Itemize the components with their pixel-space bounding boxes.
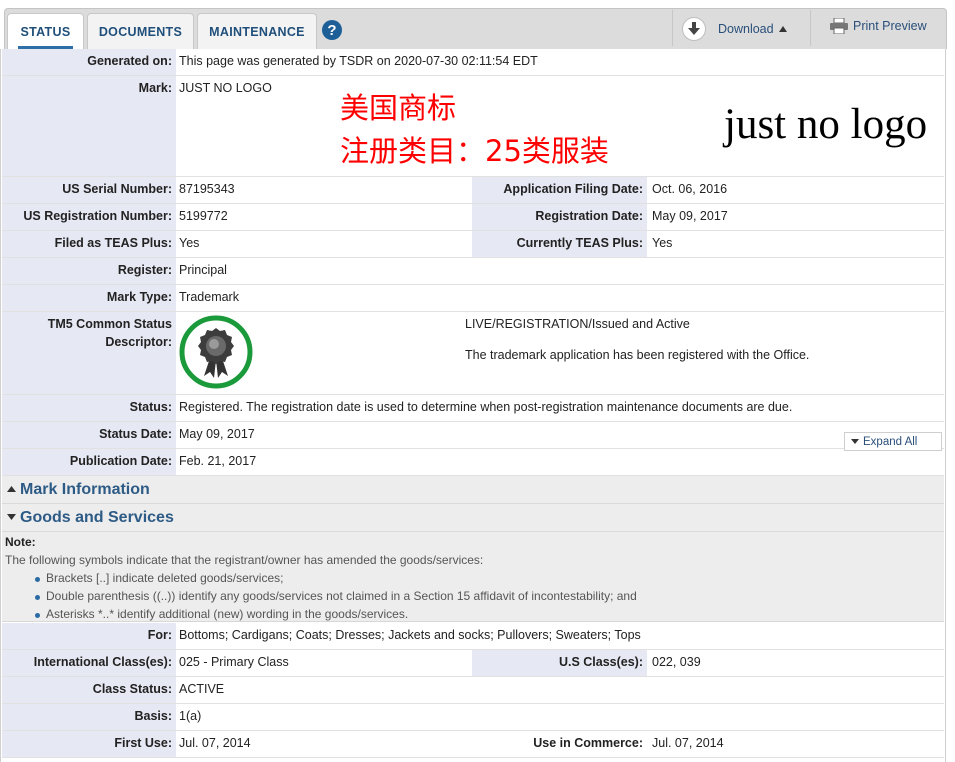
mark-type-value: Trademark: [179, 290, 239, 304]
row-status-date: Status Date: May 09, 2017: [2, 422, 944, 449]
field-label: International Class(es):: [33, 655, 172, 669]
caret-down-icon: [851, 439, 859, 444]
row-basis: Basis: 1(a): [2, 704, 944, 731]
filing-date-value: Oct. 06, 2016: [652, 182, 728, 196]
field-label: Descriptor:: [105, 335, 172, 349]
status-value: Registered. The registration date is use…: [179, 400, 793, 414]
tab-status[interactable]: STATUS: [7, 13, 84, 50]
row-generated-on: Generated on: This page was generated by…: [2, 49, 944, 76]
tab-bar: STATUS DOCUMENTS MAINTENANCE ? Download …: [0, 0, 955, 50]
field-label: Publication Date:: [69, 454, 172, 468]
download-label: Download: [718, 22, 774, 36]
expand-all-label: Expand All: [863, 435, 918, 448]
status-date-value: May 09, 2017: [179, 427, 255, 441]
class-status-value: ACTIVE: [179, 682, 225, 696]
field-label: Mark Type:: [106, 290, 172, 304]
field-label: First Use:: [114, 736, 172, 750]
note-list: Brackets [..] indicate deleted goods/ser…: [32, 571, 637, 625]
row-publication-date: Publication Date: Feb. 21, 2017: [2, 449, 944, 476]
triangle-up-icon: [7, 486, 16, 492]
field-label: TM5 Common Status: [47, 317, 172, 331]
serial-number-value: 87195343: [179, 182, 235, 196]
field-label: U.S Class(es):: [558, 655, 643, 669]
mark-value: JUST NO LOGO: [179, 81, 272, 95]
registration-number-value: 5199772: [179, 209, 228, 223]
row-serial-number: US Serial Number: 87195343 Application F…: [2, 177, 944, 204]
help-icon[interactable]: ?: [322, 20, 342, 40]
field-label: Application Filing Date:: [503, 182, 643, 196]
note-title: Note:: [5, 535, 36, 549]
expand-all-button[interactable]: Expand All: [844, 432, 942, 451]
registered-badge-icon: [179, 315, 253, 389]
toolbar-divider: [810, 10, 811, 46]
overlay-text-line1: 美国商标: [340, 91, 457, 125]
field-label: Register:: [117, 263, 172, 277]
tm5-status-text: LIVE/REGISTRATION/Issued and Active: [465, 317, 690, 331]
intl-class-value: 025 - Primary Class: [179, 655, 289, 669]
field-label: Registration Date:: [535, 209, 643, 223]
field-label: Mark:: [138, 81, 172, 95]
goods-for-value: Bottoms; Cardigans; Coats; Dresses; Jack…: [179, 628, 641, 642]
field-label: Generated on:: [87, 54, 172, 68]
section-mark-information[interactable]: Mark Information: [2, 476, 944, 504]
field-label: For:: [147, 628, 172, 642]
tab-documents[interactable]: DOCUMENTS: [87, 13, 194, 49]
triangle-down-icon: [7, 514, 16, 520]
field-label: Status Date:: [99, 427, 172, 441]
amendment-note: Note: The following symbols indicate tha…: [2, 532, 944, 622]
row-register: Register: Principal: [2, 258, 944, 285]
basis-value: 1(a): [179, 709, 202, 723]
row-teas-plus: Filed as TEAS Plus: Yes Currently TEAS P…: [2, 231, 944, 258]
row-for: For: Bottoms; Cardigans; Coats; Dresses;…: [2, 623, 944, 650]
row-status: Status: Registered. The registration dat…: [2, 395, 944, 422]
field-label: Filed as TEAS Plus:: [54, 236, 172, 250]
print-preview-button[interactable]: Print Preview: [830, 18, 927, 34]
field-label: US Serial Number:: [62, 182, 172, 196]
row-class-status: Class Status: ACTIVE: [2, 677, 944, 704]
section-title: Mark Information: [20, 481, 150, 498]
field-label: US Registration Number:: [23, 209, 172, 223]
printer-icon: [830, 18, 848, 34]
field-label: Class Status:: [92, 682, 172, 696]
teas-filed-value: Yes: [179, 236, 200, 250]
caret-up-icon: [778, 26, 787, 32]
registration-date-value: May 09, 2017: [652, 209, 728, 223]
tab-maintenance[interactable]: MAINTENANCE: [197, 13, 317, 49]
toolbar-divider: [672, 10, 673, 46]
print-preview-label: Print Preview: [853, 19, 927, 33]
section-goods-and-services[interactable]: Goods and Services: [2, 504, 944, 532]
tm5-description: The trademark application has been regis…: [465, 348, 810, 362]
section-title: Goods and Services: [20, 509, 174, 526]
us-class-value: 022, 039: [652, 655, 701, 669]
field-label: Status:: [129, 400, 172, 414]
teas-current-value: Yes: [652, 236, 673, 250]
field-label: Basis:: [134, 709, 172, 723]
list-item: Double parenthesis ((..)) identify any g…: [32, 589, 637, 607]
field-label: Use in Commerce:: [533, 736, 643, 750]
download-button[interactable]: Download: [682, 14, 787, 44]
row-first-use: First Use: Jul. 07, 2014 Use in Commerce…: [2, 731, 944, 758]
field-label: Currently TEAS Plus:: [516, 236, 643, 250]
row-tm5-status: TM5 Common Status Descriptor: LIVE/REGIS…: [2, 312, 944, 395]
list-item: Brackets [..] indicate deleted goods/ser…: [32, 571, 637, 589]
note-intro: The following symbols indicate that the …: [5, 553, 484, 567]
register-value: Principal: [179, 263, 227, 277]
publication-date-value: Feb. 21, 2017: [179, 454, 257, 468]
row-class: International Class(es): 025 - Primary C…: [2, 650, 944, 677]
use-in-commerce-value: Jul. 07, 2014: [652, 736, 724, 750]
row-mark-type: Mark Type: Trademark: [2, 285, 944, 312]
generated-on-value: This page was generated by TSDR on 2020-…: [179, 54, 538, 68]
download-icon: [682, 17, 706, 41]
mark-image: just no logo: [724, 101, 928, 148]
overlay-text-line2: 注册类目：25类服装: [340, 134, 609, 168]
first-use-value: Jul. 07, 2014: [179, 736, 251, 750]
row-registration-number: US Registration Number: 5199772 Registra…: [2, 204, 944, 231]
